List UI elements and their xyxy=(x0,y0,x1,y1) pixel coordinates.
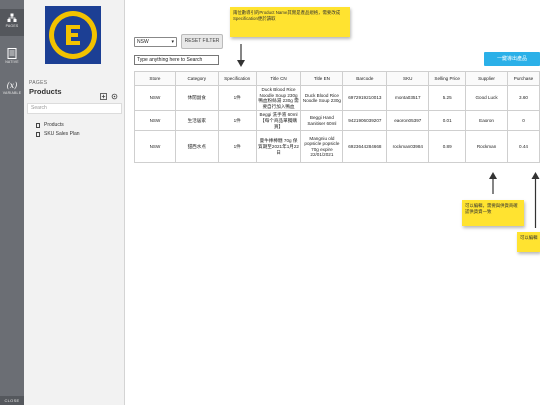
table-row[interactable]: NSW 休閒副食 1件 Duck Blood Rice Noodle Soup … xyxy=(134,84,540,112)
table-cell: 曼牛棒棒糖 70g 保質期至2021年1月22日 xyxy=(255,130,302,164)
table-cell: Beggi Hand Sanitiser 60ml xyxy=(300,110,344,132)
table-cell: Duck Blood Rice Noodle Soup 230g xyxy=(300,84,344,112)
column-header[interactable]: Purchase xyxy=(506,71,540,86)
rail-label-native: NATIVE xyxy=(5,60,19,64)
table-cell: 6923644284668 xyxy=(342,130,388,164)
table-cell: monta03517 xyxy=(386,84,430,112)
pages-title: Products xyxy=(29,87,62,96)
table-cell: 0.89 xyxy=(428,130,467,164)
column-header[interactable]: Title EN xyxy=(300,71,344,86)
table-cell: 生活居家 xyxy=(174,110,219,132)
page-item-label: SKU Sales Plan xyxy=(44,131,80,137)
document-icon xyxy=(36,131,40,137)
editable-cell[interactable]: Rockman xyxy=(465,130,508,164)
table-cell: 1件 xyxy=(217,110,257,132)
rail-label-pages: PAGES xyxy=(5,24,19,28)
column-header[interactable]: Barcode xyxy=(342,71,388,86)
sticky-note-purchase: 可以編輯 xyxy=(517,232,540,252)
table-cell: 1件 xyxy=(217,130,257,164)
column-header[interactable]: Category xyxy=(174,71,219,86)
table-cell: 5.25 xyxy=(428,84,467,112)
table-cell: NSW xyxy=(134,110,176,132)
add-page-icon[interactable] xyxy=(100,87,107,100)
store-select-value: NSW xyxy=(137,39,149,45)
editable-cell[interactable]: 0.44 xyxy=(506,130,540,164)
table-cell: rockman03984 xyxy=(386,130,430,164)
reset-filter-button[interactable]: RESET FILTER xyxy=(181,34,223,49)
column-header[interactable]: Specification xyxy=(217,71,257,86)
table-cell: 6972919210013 xyxy=(342,84,388,112)
column-header[interactable]: Selling Price xyxy=(428,71,467,86)
table-cell: Mangniu old popsicle popsicle 70g expire… xyxy=(300,130,344,164)
table-row[interactable]: NSW 甜西水点 1件 曼牛棒棒糖 70g 保質期至2021年1月22日 Man… xyxy=(134,130,540,164)
table-cell: NSW xyxy=(134,130,176,164)
pages-actions xyxy=(100,87,118,100)
table-cell: Duck Blood Rice Noodle Soup 230g 鴨血粉絲湯 2… xyxy=(255,84,302,112)
table-cell: NSW xyxy=(134,84,176,112)
rail-item-pages[interactable]: PAGES xyxy=(0,9,24,36)
chevron-down-icon: ▾ xyxy=(171,39,174,45)
editable-cell[interactable]: 3.60 xyxy=(506,84,540,112)
products-table: Store Category Specification Title CN Ti… xyxy=(134,71,540,164)
editable-cell[interactable]: 0 xyxy=(506,110,540,132)
brand-logo xyxy=(45,6,101,64)
rail-item-variable[interactable]: (x) VARIABLE xyxy=(0,80,24,102)
page-item-label: Products xyxy=(44,122,64,128)
pages-icon xyxy=(7,13,17,22)
document-icon xyxy=(36,122,40,128)
settings-icon[interactable] xyxy=(111,87,118,100)
table-cell: Beggi 洗手液 60ml【每个商品單獨購買】 xyxy=(255,110,302,132)
store-select[interactable]: NSW ▾ xyxy=(134,37,177,47)
variable-icon: (x) xyxy=(6,81,18,90)
rail-close-button[interactable]: CLOSE xyxy=(0,396,24,405)
rail-item-native[interactable]: NATIVE xyxy=(0,46,24,70)
native-icon xyxy=(7,48,17,59)
left-rail: PAGES NATIVE (x) VARIABLE CLOSE xyxy=(0,0,24,405)
pages-section-label: PAGES xyxy=(29,80,48,86)
page-search-input[interactable]: Search xyxy=(27,103,122,114)
column-header[interactable]: Title CN xyxy=(255,71,302,86)
main-canvas: 兩位數導引的Product Name其實是產品規格，需要改成Specificat… xyxy=(125,0,540,405)
rail-label-variable: VARIABLE xyxy=(2,91,22,95)
arrow-up-icon xyxy=(489,172,497,194)
table-cell: 1件 xyxy=(217,84,257,112)
table-cell: 0.01 xyxy=(428,110,467,132)
table-cell: 休閒副食 xyxy=(174,84,219,112)
arrow-up-icon xyxy=(531,172,540,228)
editable-cell[interactable]: Eaoron xyxy=(465,110,508,132)
arrow-down-icon xyxy=(237,44,245,67)
column-header[interactable]: Supplier xyxy=(465,71,508,86)
table-cell: 甜西水点 xyxy=(174,130,219,164)
sticky-note-top: 兩位數導引的Product Name其實是產品規格，需要改成Specificat… xyxy=(230,7,350,37)
table-header-row: Store Category Specification Title CN Ti… xyxy=(134,71,540,86)
column-header[interactable]: Store xyxy=(134,71,176,86)
page-item-sku-sales-plan[interactable]: SKU Sales Plan xyxy=(36,131,80,137)
sticky-note-supplier: 可以編輯，需要與供貨商確認供貨資一致 xyxy=(462,200,524,226)
page-item-products[interactable]: Products xyxy=(36,122,64,128)
table-cell: 9421906039207 xyxy=(342,110,388,132)
pages-panel: PAGES Products Search Products SKU Sales… xyxy=(24,0,125,405)
export-products-button[interactable]: 一鍵導出產品 xyxy=(484,52,540,66)
table-cell: eaoron05397 xyxy=(386,110,430,132)
editable-cell[interactable]: Good Luck xyxy=(465,84,508,112)
table-search-input[interactable]: Type anything here to Search xyxy=(134,55,219,65)
table-row[interactable]: NSW 生活居家 1件 Beggi 洗手液 60ml【每个商品單獨購買】 Beg… xyxy=(134,110,540,132)
column-header[interactable]: SKU xyxy=(386,71,430,86)
